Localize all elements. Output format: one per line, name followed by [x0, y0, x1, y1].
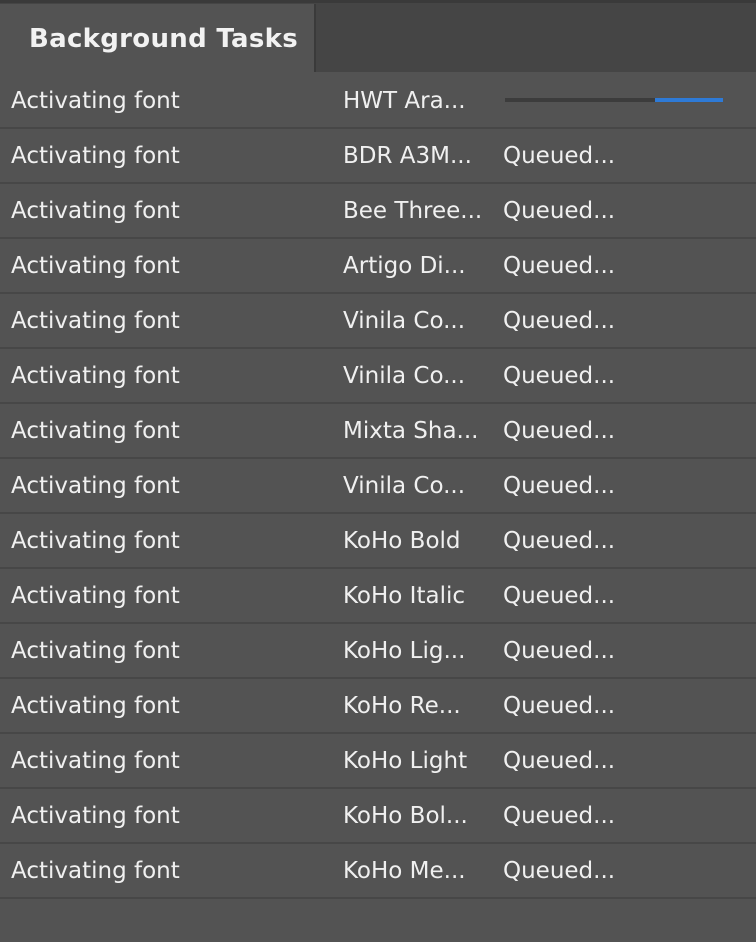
panel-empty-area — [0, 899, 756, 942]
tab-background-tasks[interactable]: Background Tasks — [0, 4, 316, 72]
task-status: Queued... — [503, 253, 616, 279]
task-font-name: Vinila Co... — [343, 308, 466, 334]
panel-tab-bar: Background Tasks — [0, 0, 756, 72]
task-font-name: KoHo Light — [343, 748, 468, 774]
task-font-name: HWT Ara... — [343, 88, 466, 114]
task-row[interactable]: Activating font Artigo Di... Queued... — [0, 239, 756, 294]
task-name: Activating font — [11, 363, 180, 389]
task-name: Activating font — [11, 638, 180, 664]
task-font-name: Vinila Co... — [343, 473, 466, 499]
task-status: Queued... — [503, 143, 616, 169]
task-row[interactable]: Activating font HWT Ara... — [0, 74, 756, 129]
task-row[interactable]: Activating font Bee Three... Queued... — [0, 184, 756, 239]
task-font-name: KoHo Italic — [343, 583, 466, 609]
task-font-name: BDR A3M... — [343, 143, 472, 169]
task-list: Activating font HWT Ara... Activating font… — [0, 74, 756, 899]
task-name: Activating font — [11, 693, 180, 719]
task-row[interactable]: Activating font BDR A3M... Queued... — [0, 129, 756, 184]
task-status: Queued... — [503, 638, 616, 664]
task-name: Activating font — [11, 143, 180, 169]
task-name: Activating font — [11, 583, 180, 609]
task-font-name: Artigo Di... — [343, 253, 466, 279]
task-status: Queued... — [503, 308, 616, 334]
task-name: Activating font — [11, 473, 180, 499]
task-row[interactable]: Activating font Vinila Co... Queued... — [0, 459, 756, 514]
task-row[interactable]: Activating font Vinila Co... Queued... — [0, 349, 756, 404]
task-row[interactable]: Activating font KoHo Me... Queued... — [0, 844, 756, 899]
task-row[interactable]: Activating font KoHo Light Queued... — [0, 734, 756, 789]
task-name: Activating font — [11, 418, 180, 444]
task-status: Queued... — [503, 583, 616, 609]
tab-label: Background Tasks — [29, 24, 299, 54]
task-font-name: KoHo Bol... — [343, 803, 468, 829]
task-name: Activating font — [11, 528, 180, 554]
task-font-name: Vinila Co... — [343, 363, 466, 389]
task-font-name: KoHo Re... — [343, 693, 461, 719]
task-status: Queued... — [503, 473, 616, 499]
task-status: Queued... — [503, 363, 616, 389]
task-font-name: Bee Three... — [343, 198, 483, 224]
task-font-name: KoHo Lig... — [343, 638, 466, 664]
task-name: Activating font — [11, 803, 180, 829]
task-font-name: Mixta Sha... — [343, 418, 479, 444]
task-status: Queued... — [503, 803, 616, 829]
task-status: Queued... — [503, 418, 616, 444]
task-name: Activating font — [11, 253, 180, 279]
task-progress-fill — [655, 98, 723, 102]
task-row[interactable]: Activating font KoHo Lig... Queued... — [0, 624, 756, 679]
task-row[interactable]: Activating font KoHo Bol... Queued... — [0, 789, 756, 844]
task-progress-bar — [505, 98, 723, 102]
task-name: Activating font — [11, 198, 180, 224]
task-name: Activating font — [11, 858, 180, 884]
task-row[interactable]: Activating font KoHo Re... Queued... — [0, 679, 756, 734]
task-name: Activating font — [11, 308, 180, 334]
task-row[interactable]: Activating font Mixta Sha... Queued... — [0, 404, 756, 459]
background-tasks-panel: Background Tasks Activating font HWT Ara.… — [0, 0, 756, 942]
task-status: Queued... — [503, 198, 616, 224]
task-font-name: KoHo Bold — [343, 528, 461, 554]
task-row[interactable]: Activating font KoHo Bold Queued... — [0, 514, 756, 569]
task-row[interactable]: Activating font Vinila Co... Queued... — [0, 294, 756, 349]
task-font-name: KoHo Me... — [343, 858, 466, 884]
task-status: Queued... — [503, 693, 616, 719]
task-row[interactable]: Activating font KoHo Italic Queued... — [0, 569, 756, 624]
task-status: Queued... — [503, 748, 616, 774]
task-status: Queued... — [503, 528, 616, 554]
task-name: Activating font — [11, 88, 180, 114]
task-name: Activating font — [11, 748, 180, 774]
task-status: Queued... — [503, 858, 616, 884]
